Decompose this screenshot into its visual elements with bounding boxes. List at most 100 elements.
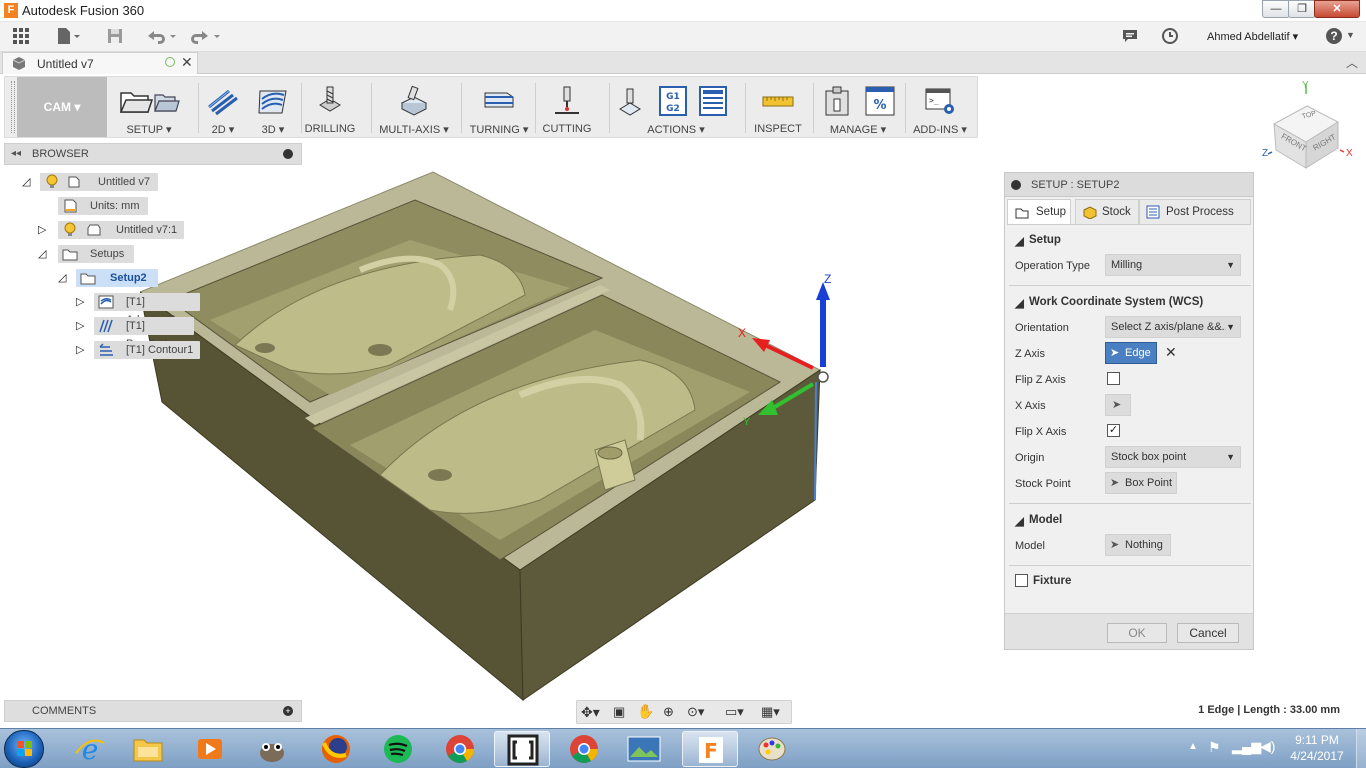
taskbar-file-explorer[interactable] [120, 731, 176, 767]
maximize-button[interactable]: ❐ [1288, 0, 1316, 18]
x-axis-selection-button[interactable]: ➤ [1105, 394, 1131, 416]
tree-item-setup2[interactable]: ◿ Setup2 [0, 269, 302, 287]
comments-expand-icon[interactable]: + [283, 706, 293, 716]
user-account-menu[interactable]: Ahmed Abdellatif ▾ [1207, 30, 1298, 43]
operation-type-dropdown[interactable]: Milling ▼ [1105, 254, 1241, 276]
dialog-header[interactable]: SETUP : SETUP2 [1005, 173, 1253, 197]
drilling-group[interactable]: DRILLING [303, 77, 357, 137]
taskbar-spotify[interactable] [370, 731, 426, 767]
ok-button[interactable]: OK [1107, 623, 1167, 643]
visibility-bulb-icon[interactable] [62, 222, 78, 238]
inspect-group[interactable]: INSPECT [747, 77, 809, 137]
flip-x-axis-checkbox[interactable]: ✓ [1107, 424, 1120, 437]
fixture-checkbox[interactable] [1015, 574, 1028, 587]
visibility-bulb-icon[interactable] [44, 174, 60, 190]
tree-item-untitled-v7-1[interactable]: ▷ Untitled v7:1 [0, 221, 302, 239]
manage-group[interactable]: % MANAGE ▾ [815, 77, 901, 137]
history-clock-icon[interactable] [1160, 27, 1180, 47]
tab-setup[interactable]: Setup [1007, 199, 1071, 225]
clock-date[interactable]: 4/24/2017 [1282, 749, 1352, 763]
tree-item-contour1[interactable]: ▷ [T1] Contour1 [0, 341, 302, 359]
2d-group[interactable]: 2D ▾ [201, 77, 245, 137]
minimize-button[interactable]: — [1262, 0, 1290, 18]
look-at-icon[interactable]: ▣ [613, 704, 625, 720]
comments-panel[interactable]: COMMENTS + [4, 700, 302, 722]
document-tab[interactable]: Untitled v7 ✕ [2, 52, 198, 74]
workspace-switcher[interactable]: CAM ▾ [17, 77, 107, 137]
stock-point-selection-button[interactable]: ➤ Box Point [1105, 472, 1177, 494]
clock-time[interactable]: 9:11 PM [1282, 733, 1352, 747]
origin-dropdown[interactable]: Stock box point ▼ [1105, 446, 1241, 468]
redo-icon[interactable] [188, 27, 222, 47]
undo-icon[interactable] [144, 27, 178, 47]
expand-icon[interactable]: ▷ [76, 343, 84, 356]
tree-item-parallel1[interactable]: ▷ [T1] Parallel1 [0, 317, 302, 350]
taskbar-media-player[interactable] [182, 731, 238, 767]
tab-post-process[interactable]: Post Process [1139, 199, 1251, 225]
dialog-collapse-icon[interactable] [1011, 180, 1021, 190]
orientation-dropdown[interactable]: Select Z axis/plane &&... ▼ [1105, 316, 1241, 338]
multi-axis-group[interactable]: MULTI-AXIS ▾ [377, 77, 451, 137]
cutting-group[interactable]: CUTTING [539, 77, 595, 137]
taskbar-internet-explorer[interactable]: e [62, 731, 118, 767]
setup-group[interactable]: SETUP ▾ [111, 77, 187, 137]
cancel-button[interactable]: Cancel [1177, 623, 1239, 643]
taskbar-firefox[interactable] [308, 731, 364, 767]
clear-z-axis-icon[interactable]: ✕ [1165, 344, 1177, 361]
taskbar-chrome[interactable] [432, 731, 488, 767]
tree-item-units[interactable]: Units: mm [0, 197, 302, 215]
expand-icon[interactable]: ▷ [76, 295, 84, 308]
collapse-browser-icon[interactable]: ◂◂ [11, 148, 21, 159]
collapse-triangle-icon: ◢ [1015, 516, 1024, 528]
close-tab-icon[interactable]: ✕ [181, 54, 193, 71]
collapse-up-icon[interactable]: ︿ [1346, 54, 1358, 71]
volume-icon[interactable]: ◀) [1260, 738, 1275, 755]
show-desktop-button[interactable] [1356, 729, 1366, 768]
section-setup-toggle[interactable]: ◢ [1015, 234, 1024, 248]
z-axis-selection-button[interactable]: ➤ Edge [1105, 342, 1157, 364]
flip-z-axis-checkbox[interactable] [1107, 372, 1120, 385]
pan-icon[interactable]: ✋ [637, 703, 654, 720]
browser-minimize-icon[interactable] [283, 149, 293, 159]
expand-icon[interactable]: ◿ [22, 175, 30, 188]
save-icon[interactable] [104, 27, 126, 47]
section-model-toggle[interactable]: ◢ [1015, 514, 1024, 528]
expand-icon[interactable]: ▷ [38, 223, 46, 236]
model-selection-button[interactable]: ➤ Nothing [1105, 534, 1171, 556]
taskbar-gimp[interactable] [244, 731, 300, 767]
comments-icon[interactable] [1120, 27, 1140, 47]
tree-item-setups[interactable]: ◿ Setups [0, 245, 302, 263]
turning-group[interactable]: TURNING ▾ [465, 77, 533, 137]
taskbar-chrome-2[interactable] [556, 731, 612, 767]
tab-stock[interactable]: Stock [1075, 199, 1139, 225]
expand-icon[interactable]: ▷ [76, 319, 84, 332]
grid-settings-icon[interactable]: ▦▾ [761, 704, 780, 720]
start-button[interactable] [4, 730, 44, 768]
section-wcs-toggle[interactable]: ◢ [1015, 296, 1024, 310]
help-icon[interactable]: ? [1326, 28, 1342, 44]
network-icon[interactable]: ▂▄▆ [1232, 739, 1261, 755]
3d-group[interactable]: 3D ▾ [249, 77, 297, 137]
taskbar-photo-viewer[interactable] [616, 731, 672, 767]
taskbar-paint[interactable] [744, 731, 800, 767]
zoom-icon[interactable]: ⊕ [663, 704, 674, 720]
taskbar-brackets[interactable] [494, 731, 550, 767]
tree-item-untitled-v7[interactable]: ◿ Untitled v7 [0, 173, 302, 191]
show-hidden-icons[interactable]: ▲ [1188, 741, 1198, 752]
file-menu-icon[interactable] [54, 27, 82, 47]
display-settings-icon[interactable]: ▭▾ [725, 704, 744, 720]
expand-icon[interactable]: ◿ [58, 271, 66, 284]
add-ins-group[interactable]: >_ ADD-INS ▾ [907, 77, 973, 137]
tree-item-adaptive7[interactable]: ▷ [T1] Adaptive7 [0, 293, 302, 326]
help-dropdown-icon[interactable]: ▼ [1346, 30, 1355, 40]
orbit-icon[interactable]: ✥▾ [581, 704, 600, 721]
close-button[interactable]: ✕ [1314, 0, 1360, 18]
taskbar-fusion-360[interactable]: F [682, 731, 738, 767]
toolbar-separator [535, 83, 536, 133]
app-grid-icon[interactable] [10, 27, 32, 47]
viewcube[interactable]: TOP FRONT RIGHT Y Z X [1262, 80, 1358, 172]
expand-icon[interactable]: ◿ [38, 247, 46, 260]
zoom-window-icon[interactable]: ⊙▾ [687, 704, 704, 720]
action-center-icon[interactable]: ⚑ [1208, 739, 1221, 756]
actions-group[interactable]: G1 G2 ACTIONS ▾ [613, 77, 739, 137]
